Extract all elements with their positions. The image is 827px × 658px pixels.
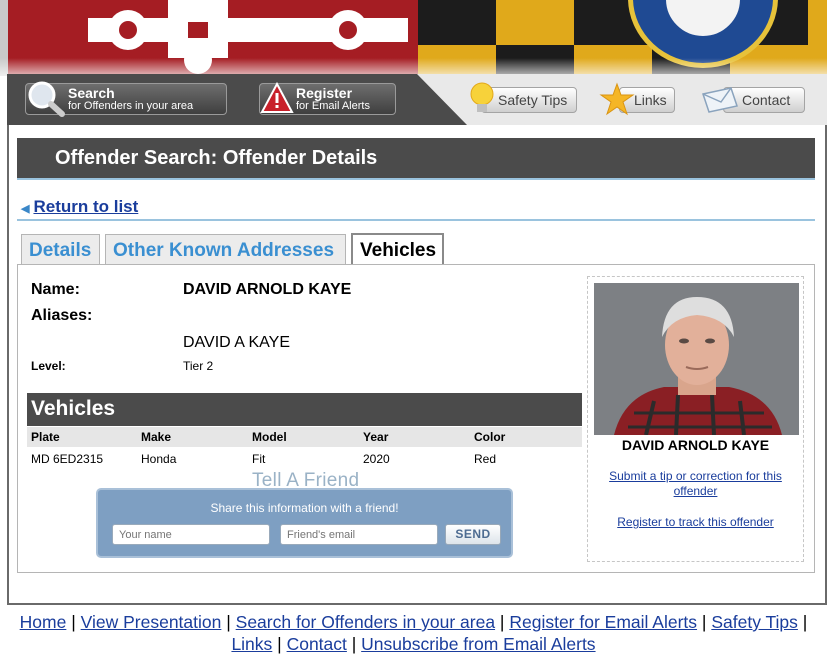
cell-year: 2020 [363,452,390,466]
cell-model: Fit [252,452,266,466]
nav-links-label: Links [634,92,667,108]
friend-email-input[interactable] [280,524,438,545]
divider [17,219,815,221]
return-to-list-link[interactable]: ◀ Return to list [21,197,138,217]
footer-divider [7,603,827,605]
tab-other-known-addresses[interactable]: Other Known Addresses [105,234,346,265]
footer-link-unsubscribe[interactable]: Unsubscribe from Email Alerts [361,634,595,654]
tab-addresses-label: Other Known Addresses [113,240,335,261]
footer-link-contact[interactable]: Contact [287,634,347,654]
vehicles-table-header: Plate Make Model Year Color [27,427,582,447]
col-make: Make [141,430,172,444]
cell-color: Red [474,452,497,466]
footer-links: Home | View Presentation | Search for Of… [19,612,808,654]
page-title-bar: Offender Search: Offender Details [17,138,815,180]
lightbulb-icon [470,82,494,112]
track-offender-link[interactable]: Register to track this offender [588,515,803,530]
offender-level: Tier 2 [183,359,214,373]
col-plate: Plate [31,430,60,444]
col-model: Model [252,430,287,444]
col-color: Color [474,430,506,444]
page-border-left [7,125,9,603]
tab-vehicles[interactable]: Vehicles [351,233,444,266]
envelope-icon [702,87,738,113]
star-icon [599,82,635,116]
nav-register-button[interactable]: Register for Email Alerts [259,82,396,115]
your-name-input[interactable] [112,524,270,545]
nav-search-button[interactable]: Search for Offenders in your area [25,81,227,117]
footer-link-home[interactable]: Home [20,612,67,632]
footer-link-search[interactable]: Search for Offenders in your area [236,612,495,632]
nav-register-line1: Register [296,85,353,101]
main-nav: Search for Offenders in your area Regist… [7,74,827,125]
footer-link-links[interactable]: Links [231,634,272,654]
tell-a-friend-message: Share this information with a friend! [210,501,399,515]
nav-search-line2: for Offenders in your area [68,100,194,112]
tab-details-label: Details [29,240,92,261]
magnifier-icon [28,81,65,117]
tell-a-friend-box: Share this information with a friend! SE… [96,488,513,558]
offender-photo [594,283,799,435]
col-year: Year [363,430,389,444]
cell-plate: MD 6ED2315 [31,452,104,466]
nav-contact-label: Contact [742,92,791,108]
offender-photo-card: DAVID ARNOLD KAYE Submit a tip or correc… [587,276,804,562]
header-banner [0,0,827,76]
aliases-label: Aliases: [31,307,93,324]
nav-safety-label: Safety Tips [498,92,568,108]
level-label: Level: [31,359,66,373]
footer-link-view-presentation[interactable]: View Presentation [81,612,222,632]
nav-register-line2: for Email Alerts [296,100,370,112]
tab-details[interactable]: Details [21,234,100,265]
arrow-left-icon: ◀ [21,203,30,215]
vehicles-section-heading: Vehicles [27,393,582,426]
return-link-label: Return to list [33,197,139,216]
submit-tip-link[interactable]: Submit a tip or correction for this offe… [588,469,803,499]
photo-caption-name: DAVID ARNOLD KAYE [621,437,770,453]
send-button[interactable]: SEND [445,524,501,545]
warning-icon [260,82,294,113]
footer-link-register[interactable]: Register for Email Alerts [509,612,697,632]
tab-vehicles-label: Vehicles [360,240,437,261]
cell-make: Honda [141,452,177,466]
offender-name: DAVID ARNOLD KAYE [183,281,352,298]
name-label: Name: [31,281,80,298]
offender-alias: DAVID A KAYE [183,334,291,351]
page-title: Offender Search: Offender Details [55,147,378,169]
footer-link-safety-tips[interactable]: Safety Tips [711,612,798,632]
nav-search-line1: Search [68,85,115,101]
